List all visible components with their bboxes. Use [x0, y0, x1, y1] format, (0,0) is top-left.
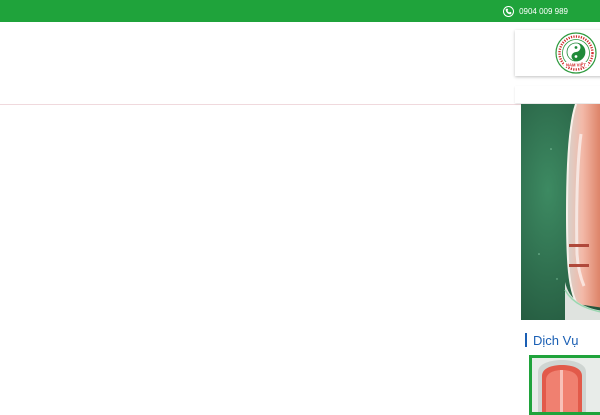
phone-contact[interactable]: 0904 009 989 [503, 0, 568, 22]
service-thumbnail-image [532, 358, 600, 412]
yin-yang-logo: NAM VIỆT [555, 32, 597, 74]
service-thumbnail[interactable] [529, 355, 600, 415]
phone-icon [503, 5, 515, 17]
logo-card[interactable]: NAM VIỆT [515, 30, 600, 76]
phone-number: 0904 009 989 [519, 6, 568, 16]
logo-brand-text: NAM VIỆT [566, 62, 586, 67]
sauna-cabin-image [521, 104, 600, 320]
services-heading-text: Dịch Vụ [533, 332, 579, 348]
services-heading: Dịch Vụ [525, 331, 579, 349]
site-header [0, 22, 600, 105]
top-bar: 0904 009 989 [0, 0, 600, 22]
menu-strip [515, 86, 600, 103]
heading-accent-bar [525, 333, 527, 347]
promo-banner-image[interactable] [521, 104, 600, 320]
